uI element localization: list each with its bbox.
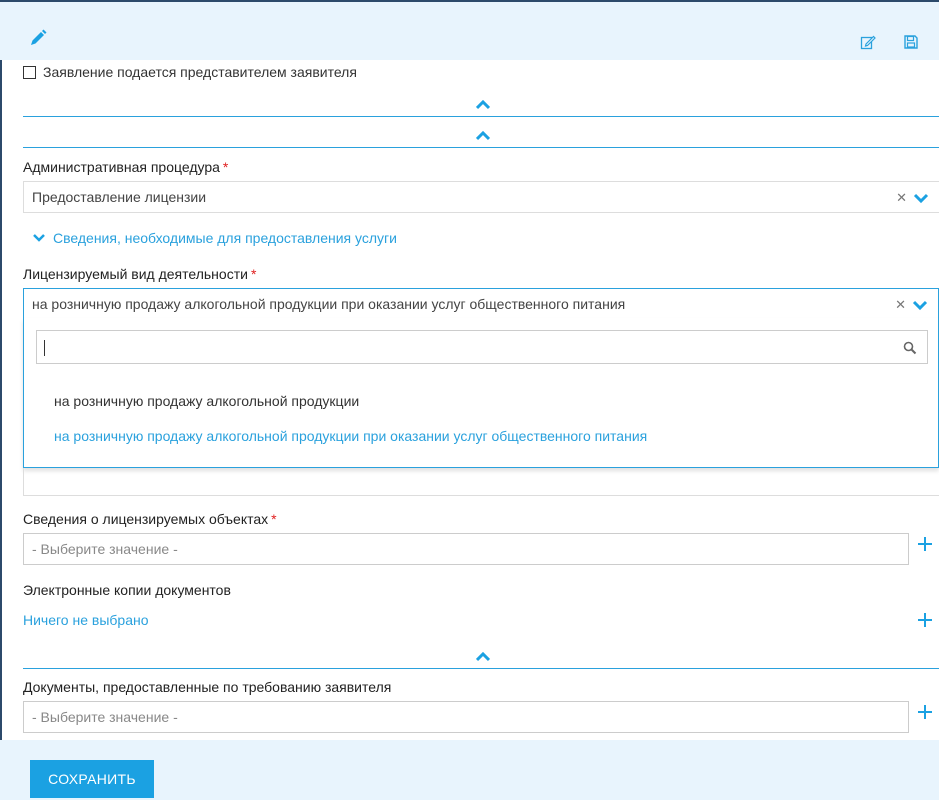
activity-select[interactable]: на розничную продажу алкогольной продукц… (23, 288, 939, 319)
clear-icon[interactable]: ✕ (895, 297, 906, 313)
form-toolbar (0, 0, 939, 60)
search-icon (903, 341, 917, 355)
chevron-up-icon[interactable] (476, 100, 490, 110)
dropdown-option[interactable]: на розничную продажу алкогольной продукц… (54, 393, 359, 409)
add-requested-doc-icon[interactable] (918, 705, 932, 719)
add-object-icon[interactable] (918, 537, 932, 551)
chevron-up-icon[interactable] (476, 131, 490, 141)
electronic-copies-label: Электронные копии документов (23, 582, 231, 598)
procedure-value: Предоставление лицензии (32, 189, 207, 205)
text-caret (44, 340, 45, 356)
edit-icon[interactable] (860, 34, 876, 50)
electronic-copies-value[interactable]: Ничего не выбрано (23, 612, 149, 628)
chevron-down-icon (33, 234, 45, 242)
procedure-label: Административная процедура * (23, 159, 229, 175)
add-document-icon[interactable] (918, 613, 932, 627)
activity-value: на розничную продажу алкогольной продукц… (32, 295, 626, 312)
chevron-up-icon[interactable] (476, 652, 490, 662)
objects-placeholder: - Выберите значение - (32, 541, 178, 557)
requested-docs-placeholder: - Выберите значение - (32, 709, 178, 725)
activity-label: Лицензируемый вид деятельности * (23, 266, 257, 282)
left-rail (0, 60, 8, 800)
clear-icon[interactable]: ✕ (896, 190, 907, 206)
save-button[interactable]: СОХРАНИТЬ (30, 760, 154, 798)
requested-docs-select[interactable]: - Выберите значение - (23, 701, 909, 733)
hidden-field-frame (23, 468, 939, 496)
chevron-down-icon[interactable] (912, 299, 928, 311)
requested-docs-label: Документы, предоставленные по требованию… (23, 679, 392, 695)
pencil-icon[interactable] (28, 28, 48, 48)
section-divider (23, 116, 939, 117)
save-icon[interactable] (903, 34, 919, 50)
service-info-label: Сведения, необходимые для предоставления… (53, 230, 397, 246)
dropdown-option-selected[interactable]: на розничную продажу алкогольной продукц… (54, 428, 647, 444)
representative-label: Заявление подается представителем заявит… (43, 64, 357, 80)
chevron-down-icon[interactable] (913, 192, 929, 204)
activity-search-input[interactable] (36, 330, 928, 364)
activity-dropdown: на розничную продажу алкогольной продукц… (23, 318, 939, 468)
procedure-select[interactable]: Предоставление лицензии ✕ (23, 181, 939, 213)
section-divider (23, 668, 939, 669)
representative-checkbox[interactable] (23, 65, 36, 79)
section-divider (23, 147, 939, 148)
representative-checkbox-row[interactable]: Заявление подается представителем заявит… (23, 62, 357, 82)
service-info-toggle[interactable]: Сведения, необходимые для предоставления… (33, 230, 397, 246)
objects-select[interactable]: - Выберите значение - (23, 533, 909, 565)
objects-label: Сведения о лицензируемых объектах * (23, 511, 277, 527)
